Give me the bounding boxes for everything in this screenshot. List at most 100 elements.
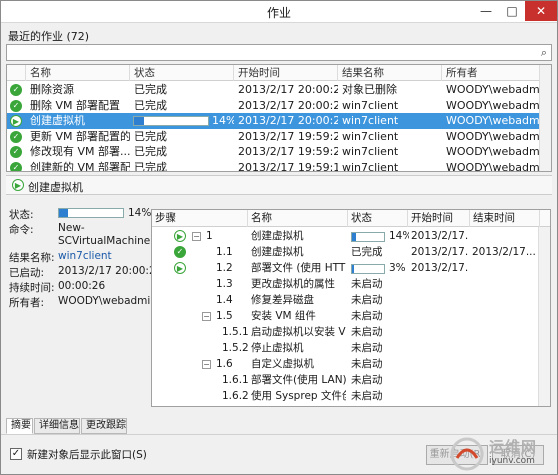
column-header-start[interactable]: 开始时间 xyxy=(234,65,338,81)
job-cell-status: 已完成 xyxy=(134,145,167,158)
step-status: 3% xyxy=(351,261,409,276)
collapse-icon[interactable]: − xyxy=(202,312,211,321)
step-start xyxy=(411,341,469,356)
step-status: 未启动 xyxy=(351,342,383,354)
job-row-progress-text: 14% xyxy=(212,114,234,127)
step-status: 14% xyxy=(351,229,409,244)
title-bar[interactable]: 作业 — □ ✕ xyxy=(1,1,557,23)
maximize-button[interactable]: □ xyxy=(499,1,525,21)
job-row[interactable]: ✓ 删除 VM 部署配置 已完成 2013/2/17 20:00:29 win7clie… xyxy=(7,98,551,114)
job-cell-status: 14% xyxy=(130,113,234,129)
column-header-step-end[interactable]: 结束时间 xyxy=(470,210,540,227)
jobs-table: 名称 状态 开始时间 结果名称 所有者 ✓ 删除资源 已完成 2013/2/17 20… xyxy=(6,64,552,172)
running-icon: ▶ xyxy=(174,262,186,274)
job-cell-name: 创建新的 VM 部署配置 xyxy=(30,160,130,172)
column-header-step-status[interactable]: 状态 xyxy=(348,210,408,227)
job-cell-start: 2013/2/17 20:00:29 xyxy=(238,83,338,96)
collapse-icon[interactable]: − xyxy=(202,360,211,369)
step-name: 自定义虚拟机 xyxy=(251,358,314,370)
step-row[interactable]: 1.3 更改虚拟机的属性 未启动 xyxy=(152,277,540,292)
started-value: 2013/2/17 20:00:20 xyxy=(58,265,163,277)
step-start xyxy=(411,373,469,388)
step-row[interactable]: ✓ 1.1 创建虚拟机 已完成 2013/2/17... 2013/2/17... xyxy=(152,245,540,260)
recent-jobs-label: 最近的作业 (72) xyxy=(8,30,90,43)
search-input[interactable]: ⌕ xyxy=(6,44,552,61)
column-header-name[interactable]: 名称 xyxy=(26,65,130,81)
step-progress-bar xyxy=(351,264,385,274)
step-status: 未启动 xyxy=(351,294,383,306)
step-row[interactable]: 1.5.1启动虚拟机以安装 VM... 未启动 xyxy=(152,325,540,340)
step-row[interactable]: 1.4 修复差异磁盘 未启动 xyxy=(152,293,540,308)
minimize-button[interactable]: — xyxy=(473,1,499,21)
step-name: 启动虚拟机以安装 VM... xyxy=(251,326,346,338)
step-end xyxy=(472,357,538,372)
step-progress-fill xyxy=(352,265,354,273)
tab-change-tracking[interactable]: 更改跟踪 xyxy=(81,418,127,434)
tab-summary[interactable]: 摘要 xyxy=(6,418,33,434)
job-row[interactable]: ✓ 创建新的 VM 部署配置已完成 2013/2/17 19:59:17 win7cl… xyxy=(7,160,551,172)
status-label: 状态: xyxy=(9,209,34,221)
step-end xyxy=(472,277,538,292)
step-start xyxy=(411,357,469,372)
step-number: 1.6.2 xyxy=(222,390,249,402)
step-row[interactable]: ▶−1 创建虚拟机 14%2013/2/17... xyxy=(152,229,540,244)
started-label: 已启动: xyxy=(9,267,45,279)
search-icon[interactable]: ⌕ xyxy=(541,46,547,60)
job-cell-owner: WOODY\webadmin xyxy=(446,98,541,112)
column-header-owner[interactable]: 所有者 xyxy=(442,65,541,81)
job-cell-start: 2013/2/17 19:59:22 xyxy=(238,129,338,143)
step-status: 未启动 xyxy=(351,374,383,386)
step-row[interactable]: −1.6 自定义虚拟机 未启动 xyxy=(152,357,540,372)
state-column-header[interactable] xyxy=(7,65,26,81)
job-cell-result: win7client xyxy=(342,145,399,158)
tab-details[interactable]: 详细信息 xyxy=(34,418,80,434)
steps-scrollbar[interactable] xyxy=(538,227,550,406)
column-header-step-name[interactable]: 名称 xyxy=(248,210,348,227)
job-cell-owner: WOODY\webadmin xyxy=(446,83,541,96)
collapse-icon[interactable]: − xyxy=(192,232,201,241)
owner-label: 所有者: xyxy=(9,297,45,309)
job-row[interactable]: ✓ 删除资源 已完成 2013/2/17 20:00:29 对象已删除 WOODY\web… xyxy=(7,82,551,98)
completed-icon: ✓ xyxy=(10,84,22,96)
step-status: 未启动 xyxy=(351,390,383,402)
job-cell-start: 2013/2/17 20:00:29 xyxy=(238,98,338,112)
completed-icon: ✓ xyxy=(10,146,22,158)
step-row[interactable]: 1.6.1 部署文件(使用 LAN) 未启动 xyxy=(152,373,540,388)
job-row[interactable]: ✓ 更新 VM 部署配置的... 已完成 2013/2/17 19:59:22 win7… xyxy=(7,129,551,145)
job-row-progress-bar xyxy=(133,116,209,126)
watermark-logo xyxy=(450,437,484,471)
completed-icon: ✓ xyxy=(10,130,22,143)
job-cell-result: win7client xyxy=(342,98,399,112)
duration-value: 00:00:26 xyxy=(58,280,106,292)
job-row[interactable]: ▶ 创建虚拟机 14% 2013/2/17 20:00:20 win7client WOO… xyxy=(7,113,551,129)
step-row[interactable]: ▶ 1.2 部署文件 (使用 HTTP... 3% 2013/2/17... xyxy=(152,261,540,276)
column-header-step-start[interactable]: 开始时间 xyxy=(408,210,470,227)
result-name-link[interactable]: win7client xyxy=(58,250,112,262)
job-cell-owner: WOODY\webadmin xyxy=(446,114,541,127)
job-detail-title: 创建虚拟机 xyxy=(28,181,83,194)
jobs-scrollbar[interactable] xyxy=(539,65,551,171)
completed-icon: ✓ xyxy=(10,99,22,112)
step-name: 修复差异磁盘 xyxy=(251,294,314,306)
command-value-line1: New- xyxy=(58,222,85,234)
step-progress-text: 3% xyxy=(389,262,406,274)
step-row[interactable]: 1.5.2 停止虚拟机 未启动 xyxy=(152,341,540,356)
show-window-checkbox[interactable]: ✓ xyxy=(10,448,22,460)
completed-icon: ✓ xyxy=(10,161,22,171)
step-progress-bar xyxy=(351,232,385,242)
step-row[interactable]: 1.6.2使用 Sysprep 文件创... 未启动 xyxy=(152,389,540,404)
step-row[interactable]: −1.5 安装 VM 组件 未启动 xyxy=(152,309,540,324)
step-number: 1.6.1 xyxy=(222,374,249,386)
jobs-table-header: 名称 状态 开始时间 结果名称 所有者 xyxy=(7,65,551,81)
column-header-status[interactable]: 状态 xyxy=(130,65,234,81)
running-icon: ▶ xyxy=(12,179,24,191)
step-start xyxy=(411,325,469,340)
column-header-result[interactable]: 结果名称 xyxy=(338,65,442,81)
close-button[interactable]: ✕ xyxy=(525,1,557,21)
column-header-step[interactable]: 步骤 xyxy=(152,210,248,227)
completed-icon: ✓ xyxy=(174,246,186,258)
step-status: 未启动 xyxy=(351,278,383,290)
step-start xyxy=(411,277,469,292)
job-row[interactable]: ✓ 修改现有 VM 部署... 已完成 2013/2/17 19:59:22 win7c… xyxy=(7,144,551,160)
step-status: 未启动 xyxy=(351,310,383,322)
